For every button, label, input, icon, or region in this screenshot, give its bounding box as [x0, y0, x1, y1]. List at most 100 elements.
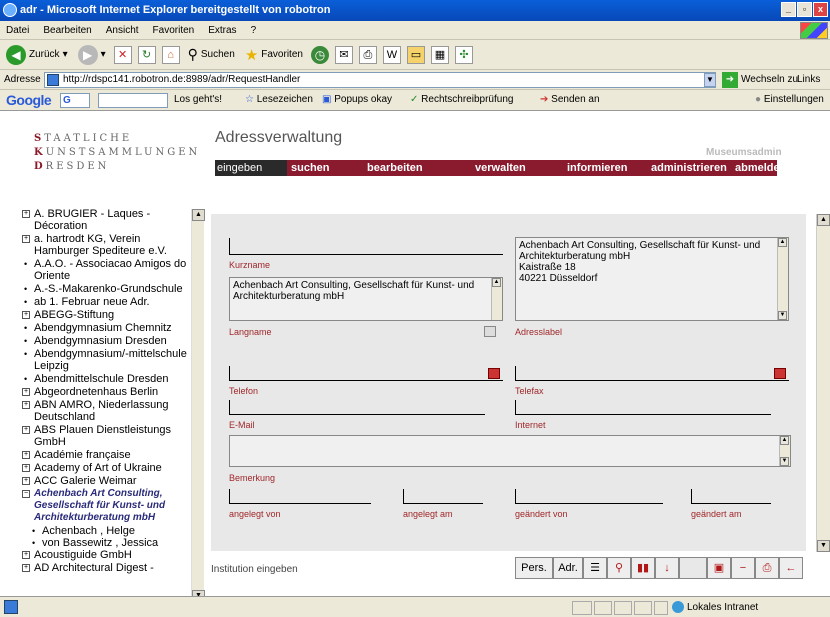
- forward-button[interactable]: ▶ ▾: [76, 43, 108, 67]
- menu-datei[interactable]: Datei: [4, 25, 31, 36]
- go-arrow-icon[interactable]: ➜: [722, 72, 738, 88]
- messenger-icon[interactable]: ✣: [454, 45, 473, 64]
- address-dropdown-icon[interactable]: ▼: [704, 73, 716, 87]
- tree-item[interactable]: • A.-S.-Makarenko-Grundschule: [22, 283, 197, 295]
- tree-item[interactable]: − Achenbach Art Consulting, Gesellschaft f…: [22, 488, 197, 524]
- expand-icon[interactable]: +: [22, 235, 30, 243]
- tree-item[interactable]: + ACC Galerie Weimar: [22, 475, 197, 487]
- send-to-button[interactable]: ➔ Senden an: [540, 94, 600, 105]
- nav-administrieren[interactable]: administrieren: [651, 160, 735, 176]
- expand-icon[interactable]: +: [22, 451, 30, 459]
- persons-button[interactable]: Pers.: [515, 557, 553, 579]
- tree-item[interactable]: + ABS Plauen Dienstleistungs GmbH: [22, 424, 197, 448]
- bemerkung-scrollbar[interactable]: ▲ ▼: [779, 436, 790, 466]
- tree-item[interactable]: + Acoustiguide GmbH: [22, 549, 197, 561]
- tree-item[interactable]: + ABEGG-Stiftung: [22, 309, 197, 321]
- scroll-up-icon[interactable]: ▲: [780, 436, 789, 445]
- phone-dial-icon[interactable]: [488, 368, 500, 379]
- nav-informieren[interactable]: informieren: [565, 160, 651, 176]
- back-button[interactable]: ◀ Zurück ▾: [4, 43, 70, 67]
- folder-icon[interactable]: ▭: [406, 45, 425, 64]
- scroll-down-icon[interactable]: ▼: [780, 457, 789, 466]
- tree-child-item[interactable]: • Achenbach , Helge: [22, 525, 197, 537]
- google-menu-button[interactable]: G: [60, 93, 90, 108]
- google-search-input[interactable]: [98, 93, 168, 108]
- tree-child-item[interactable]: • von Bassewitz , Jessica: [22, 537, 197, 549]
- tree-item[interactable]: + ABN AMRO, Niederlassung Deutschland: [22, 399, 197, 423]
- favorites-button[interactable]: ★ Favoriten: [243, 43, 305, 67]
- nav-eingeben[interactable]: eingeben: [215, 160, 287, 176]
- links-button[interactable]: Links: [797, 74, 820, 85]
- tree-item[interactable]: • Abendgymnasium Chemnitz: [22, 322, 197, 334]
- list-icon[interactable]: ☰: [583, 557, 607, 579]
- go-button[interactable]: Wechseln zu: [741, 74, 798, 85]
- scroll-up-icon[interactable]: ▲: [192, 209, 205, 221]
- google-go-button[interactable]: Los geht's!: [174, 94, 222, 105]
- menu-favoriten[interactable]: Favoriten: [151, 25, 197, 36]
- nav-bearbeiten[interactable]: bearbeiten: [355, 160, 475, 176]
- menu-bearbeiten[interactable]: Bearbeiten: [41, 25, 93, 36]
- expand-icon[interactable]: +: [22, 401, 30, 409]
- tree-item[interactable]: + AD Architectural Digest -: [22, 562, 197, 574]
- refresh-icon[interactable]: ↻: [137, 45, 156, 64]
- tree-item[interactable]: • Abendmittelschule Dresden: [22, 373, 197, 385]
- scroll-up-icon[interactable]: ▲: [778, 238, 787, 247]
- edit-icon[interactable]: W: [382, 45, 401, 64]
- books-icon[interactable]: ▮▮: [631, 557, 655, 579]
- expand-icon[interactable]: +: [22, 477, 30, 485]
- tree-item[interactable]: + Academy of Art of Ukraine: [22, 462, 197, 474]
- nav-abmelden[interactable]: abmelden: [735, 160, 786, 176]
- search-person-icon[interactable]: ⚲: [607, 557, 631, 579]
- bookmarks-button[interactable]: ☆ Lesezeichen: [245, 94, 313, 105]
- bemerkung-textarea[interactable]: ▲ ▼: [229, 435, 791, 467]
- home-icon[interactable]: ⌂: [161, 45, 180, 64]
- tree-item[interactable]: + Académie française: [22, 449, 197, 461]
- langname-textarea[interactable]: Achenbach Art Consulting, Gesellschaft f…: [229, 277, 503, 321]
- settings-button[interactable]: ● Einstellungen: [755, 94, 824, 105]
- maximize-button[interactable]: ▫: [797, 2, 812, 17]
- scroll-down-icon[interactable]: ▼: [778, 311, 787, 320]
- kurzname-input[interactable]: [229, 254, 503, 255]
- tree-item[interactable]: • A.A.O. - Associacao Amigos do Oriente: [22, 258, 197, 282]
- print-icon[interactable]: ⎙: [755, 557, 779, 579]
- collapse-icon[interactable]: −: [22, 490, 30, 498]
- langname-scrollbar[interactable]: ▲: [491, 278, 502, 320]
- down-arrow-icon[interactable]: ↓: [655, 557, 679, 579]
- telefon-input[interactable]: [229, 380, 503, 381]
- minimize-button[interactable]: _: [781, 2, 796, 17]
- tree-item[interactable]: + a. hartrodt KG, Verein Hamburger Spedite…: [22, 233, 197, 257]
- expand-icon[interactable]: +: [22, 551, 30, 559]
- tree-scrollbar[interactable]: ▲ ▼: [191, 209, 205, 602]
- fax-dial-icon[interactable]: [774, 368, 786, 379]
- mail-icon[interactable]: ✉: [334, 45, 353, 64]
- close-button[interactable]: x: [813, 2, 828, 17]
- search-button[interactable]: ⚲ Suchen: [186, 43, 237, 67]
- back-arrow-icon[interactable]: ←: [779, 557, 803, 579]
- popups-button[interactable]: ▣ Popups okay: [322, 94, 392, 105]
- expand-icon[interactable]: +: [22, 210, 30, 218]
- save-icon[interactable]: ▣: [707, 557, 731, 579]
- expand-icon[interactable]: +: [22, 426, 30, 434]
- address-input[interactable]: http://rdspc141.robotron.de:8989/adr/Req…: [44, 72, 716, 88]
- nav-verwalten[interactable]: verwalten: [475, 160, 565, 176]
- history-icon[interactable]: ◷: [310, 45, 329, 64]
- expand-icon[interactable]: +: [22, 564, 30, 572]
- internet-input[interactable]: [515, 414, 771, 415]
- menu-extras[interactable]: Extras: [206, 25, 238, 36]
- address-button[interactable]: Adr.: [553, 557, 583, 579]
- scroll-up-icon[interactable]: ▲: [492, 278, 501, 287]
- expand-icon[interactable]: +: [22, 464, 30, 472]
- research-icon[interactable]: ▦: [430, 45, 449, 64]
- spellcheck-button[interactable]: ✓ Rechtschreibprüfung: [410, 94, 513, 105]
- email-input[interactable]: [229, 414, 485, 415]
- nav-suchen[interactable]: suchen: [287, 160, 355, 176]
- form-scrollbar[interactable]: ▲ ▼: [816, 214, 830, 552]
- tree-item[interactable]: + Abgeordnetenhaus Berlin: [22, 386, 197, 398]
- expand-icon[interactable]: +: [22, 311, 30, 319]
- scroll-up-icon[interactable]: ▲: [817, 214, 830, 226]
- telefax-input[interactable]: [515, 380, 789, 381]
- expand-icon[interactable]: +: [22, 388, 30, 396]
- tree-item[interactable]: + A. BRUGIER - Laques - Décoration: [22, 208, 197, 232]
- minus-icon[interactable]: −: [731, 557, 755, 579]
- menu-ansicht[interactable]: Ansicht: [104, 25, 141, 36]
